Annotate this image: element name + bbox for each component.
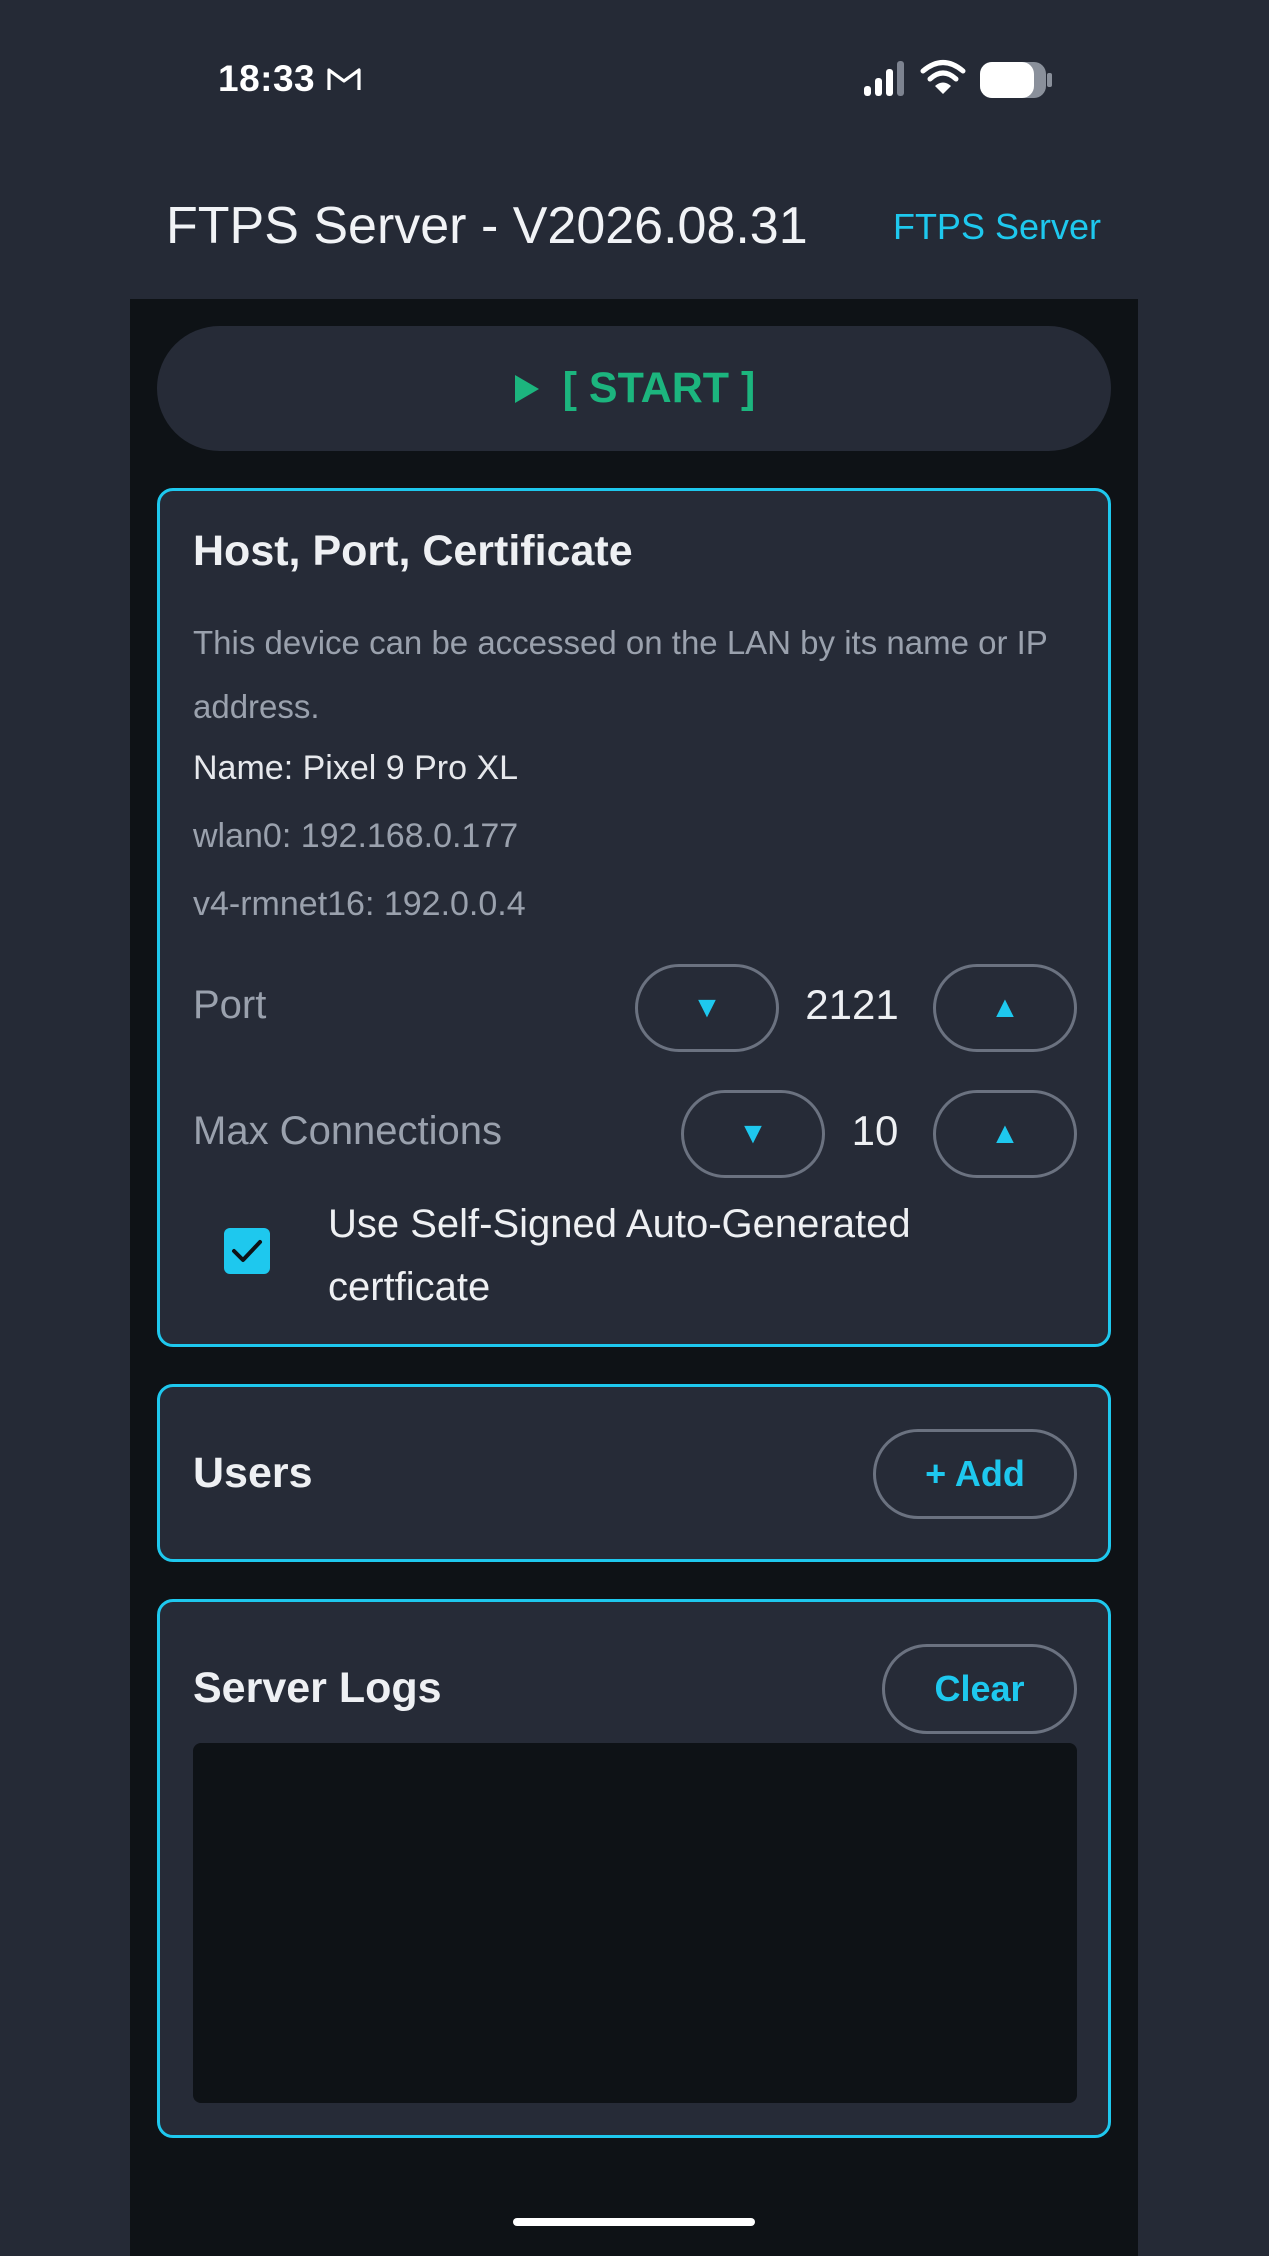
start-button-label: [ START ] <box>562 364 756 412</box>
signal-icon <box>864 61 904 96</box>
play-icon <box>514 374 539 403</box>
screen: 18:33 FTPS Server - V2026.08.31 FTPS Ser… <box>0 0 1269 2256</box>
checkmark-icon <box>232 1240 262 1262</box>
max-connections-value: 10 <box>851 1107 899 1154</box>
host-card-title: Host, Port, Certificate <box>193 527 633 575</box>
users-title: Users <box>193 1449 313 1497</box>
battery-icon <box>980 62 1052 98</box>
host-port-certificate-card: Host, Port, Certificate This device can … <box>157 488 1111 1347</box>
port-label: Port <box>193 983 267 1027</box>
status-time: 18:33 <box>218 58 316 99</box>
ftps-server-link[interactable]: FTPS Server <box>893 206 1101 248</box>
ip-address-wlan0: wlan0: 192.168.0.177 <box>193 817 519 855</box>
chevron-down-icon: ▼ <box>692 991 722 1024</box>
wifi-icon <box>920 60 966 94</box>
clear-logs-button[interactable]: Clear <box>882 1644 1077 1734</box>
chevron-up-icon: ▲ <box>990 1117 1020 1150</box>
users-card: Users + Add <box>157 1384 1111 1562</box>
app-header: FTPS Server - V2026.08.31 FTPS Server <box>0 160 1269 298</box>
device-name: Name: Pixel 9 Pro XL <box>193 749 519 787</box>
self-signed-label[interactable]: Use Self-Signed Auto-Generated certficat… <box>328 1193 1028 1319</box>
add-user-button[interactable]: + Add <box>873 1429 1077 1519</box>
start-button[interactable]: [ START ] <box>157 326 1111 451</box>
app-title: FTPS Server - V2026.08.31 <box>166 197 808 255</box>
server-logs-title: Server Logs <box>193 1664 442 1712</box>
port-value: 2121 <box>805 981 899 1028</box>
max-connections-increment-button[interactable]: ▲ <box>933 1090 1077 1178</box>
ip-address-rmnet: v4-rmnet16: 192.0.0.4 <box>193 885 526 923</box>
max-connections-label: Max Connections <box>193 1109 503 1153</box>
status-bar: 18:33 <box>0 0 1269 160</box>
port-increment-button[interactable]: ▲ <box>933 964 1077 1052</box>
gmail-icon <box>327 68 361 90</box>
chevron-up-icon: ▲ <box>990 991 1020 1024</box>
port-decrement-button[interactable]: ▼ <box>635 964 779 1052</box>
content-panel: [ START ] Host, Port, Certificate This d… <box>130 299 1138 2256</box>
log-output[interactable] <box>193 1743 1077 2103</box>
max-connections-decrement-button[interactable]: ▼ <box>681 1090 825 1178</box>
chevron-down-icon: ▼ <box>738 1117 768 1150</box>
server-logs-card: Server Logs Clear <box>157 1599 1111 2138</box>
home-indicator[interactable] <box>513 2218 755 2226</box>
host-description: This device can be accessed on the LAN b… <box>193 624 1048 725</box>
self-signed-checkbox[interactable] <box>224 1228 270 1274</box>
